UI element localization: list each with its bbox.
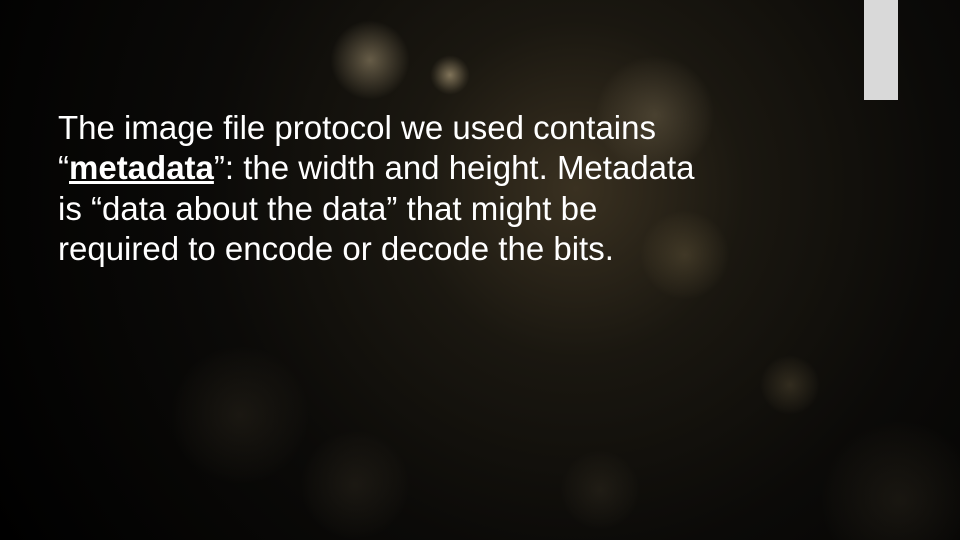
bokeh-circle bbox=[430, 55, 470, 95]
body-text: The image file protocol we used contains… bbox=[58, 108, 698, 269]
accent-bar bbox=[864, 0, 898, 100]
slide: The image file protocol we used contains… bbox=[0, 0, 960, 540]
bokeh-circle bbox=[760, 355, 820, 415]
bokeh-circle bbox=[820, 420, 960, 540]
bokeh-circle bbox=[560, 450, 640, 530]
bokeh-circle bbox=[170, 345, 310, 485]
bokeh-circle bbox=[300, 430, 410, 540]
bokeh-circle bbox=[330, 20, 410, 100]
body-keyword: metadata bbox=[69, 149, 214, 186]
